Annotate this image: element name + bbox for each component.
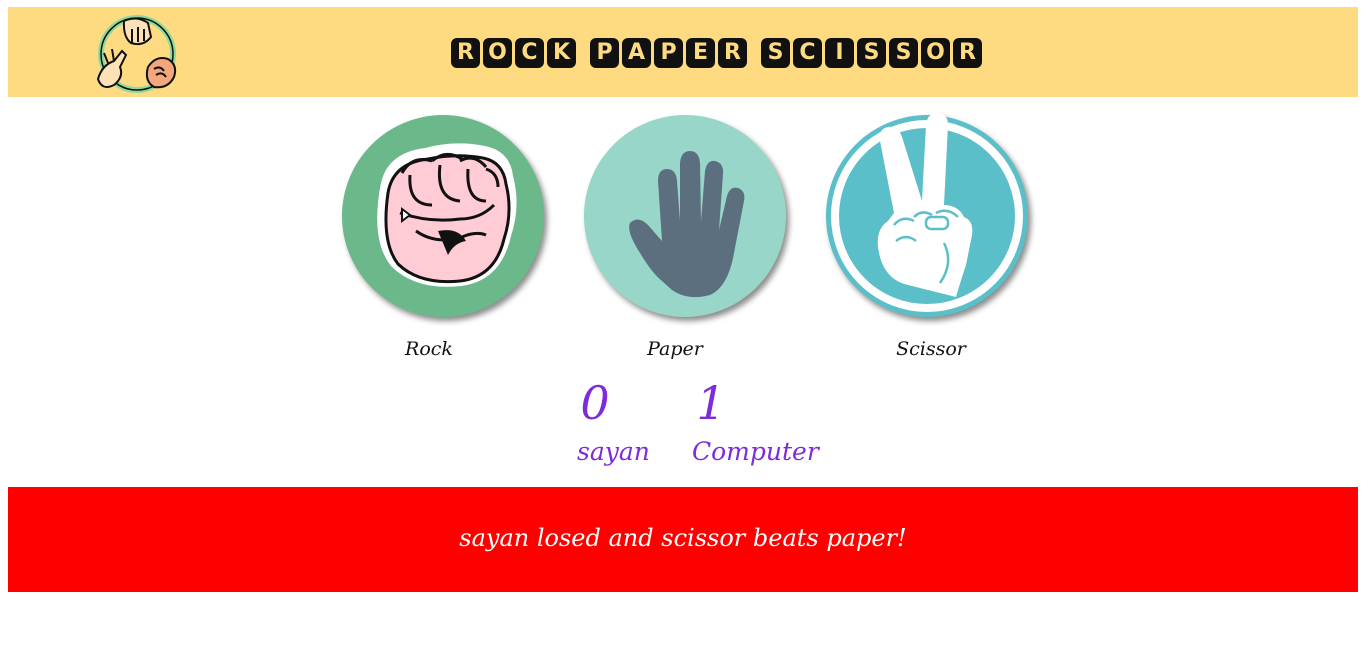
title-letter: C <box>793 38 822 68</box>
paper-label: Paper <box>647 338 703 360</box>
result-message: sayan losed and scissor beats paper! <box>459 524 907 552</box>
title-letter: E <box>686 38 715 68</box>
victory-hand-icon <box>826 113 1028 317</box>
title-letter: S <box>857 38 886 68</box>
result-banner: sayan losed and scissor beats paper! <box>8 487 1358 592</box>
scissor-choice-button[interactable] <box>824 113 1030 319</box>
title-letter: R <box>718 38 747 68</box>
title-letter: R <box>953 38 982 68</box>
title-letter: A <box>622 38 651 68</box>
title-letter: O <box>921 38 950 68</box>
title-letter: R <box>451 38 480 68</box>
user-score: 0 <box>580 376 610 430</box>
title-letter: O <box>483 38 512 68</box>
rock-paper-scissors-hands-icon <box>94 11 180 97</box>
computer-name: Computer <box>692 437 819 466</box>
title-letter: S <box>761 38 790 68</box>
header: R O C K P A P E R S C I S S O R <box>8 7 1358 97</box>
computer-score: 1 <box>696 376 726 430</box>
title-letter: K <box>547 38 576 68</box>
rock-label: Rock <box>405 338 453 360</box>
title-letter: C <box>515 38 544 68</box>
title-letter: I <box>825 38 854 68</box>
page-title: R O C K P A P E R S C I S S O R <box>451 38 982 68</box>
title-letter: P <box>590 38 619 68</box>
paper-choice-button[interactable] <box>582 113 788 319</box>
scissor-label: Scissor <box>896 338 966 360</box>
title-letter: S <box>889 38 918 68</box>
user-name: sayan <box>577 437 650 466</box>
title-letter: P <box>654 38 683 68</box>
fist-icon <box>342 115 544 317</box>
open-hand-icon <box>584 115 786 317</box>
rock-choice-button[interactable] <box>340 113 546 319</box>
